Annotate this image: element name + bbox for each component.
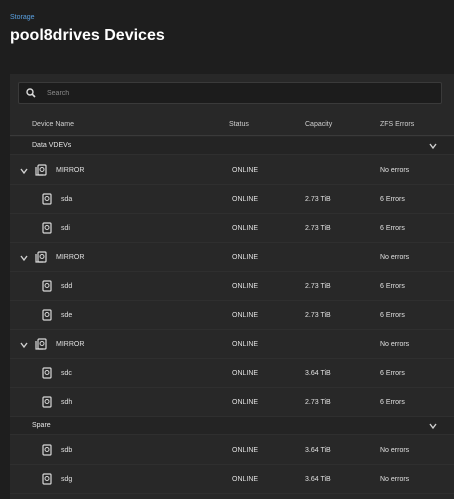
group-label: Data VDEVs	[32, 142, 72, 149]
vdev-status: ONLINE	[232, 167, 259, 174]
device-capacity: 3.64 TiB	[305, 447, 331, 454]
breadcrumb[interactable]: Storage	[10, 14, 35, 21]
chevron-down-icon[interactable]	[428, 141, 438, 151]
device-name: sdb	[61, 447, 73, 454]
page-header: Storage pool8drives Devices	[0, 0, 454, 48]
disk-icon	[42, 444, 52, 456]
disk-icon	[42, 309, 52, 321]
device-zfs-errors: 6 Errors	[380, 370, 405, 377]
vdev-status: ONLINE	[232, 254, 259, 261]
device-name: sdh	[61, 399, 73, 406]
vdev-name: MIRROR	[56, 254, 85, 261]
device-capacity: 2.73 TiB	[305, 196, 331, 203]
device-name: sda	[61, 196, 73, 203]
vdev-zfs-errors: No errors	[380, 341, 410, 348]
search-input[interactable]	[47, 86, 427, 100]
vdev-name: MIRROR	[56, 341, 85, 348]
disk-icon	[42, 193, 52, 205]
header-device-name[interactable]: Device Name	[32, 121, 74, 128]
chevron-down-icon[interactable]	[428, 421, 438, 431]
disk-icon	[42, 473, 52, 485]
disk-icon	[42, 367, 52, 379]
device-zfs-errors: 6 Errors	[380, 399, 405, 406]
device-status: ONLINE	[232, 283, 259, 290]
device-row[interactable]: sde ONLINE 2.73 TiB 6 Errors	[10, 301, 454, 330]
disk-icon	[42, 280, 52, 292]
device-row[interactable]: sdb ONLINE 3.64 TiB No errors	[10, 436, 454, 465]
device-row[interactable]: sda ONLINE 2.73 TiB 6 Errors	[10, 185, 454, 214]
device-zfs-errors: 6 Errors	[380, 225, 405, 232]
devices-panel: Device Name Status Capacity ZFS Errors D…	[10, 74, 454, 499]
device-capacity: 3.64 TiB	[305, 370, 331, 377]
mirror-disk-icon	[35, 251, 47, 263]
device-capacity: 2.73 TiB	[305, 399, 331, 406]
header-capacity[interactable]: Capacity	[305, 121, 332, 128]
group-row[interactable]: Data VDEVs	[10, 137, 454, 155]
device-status: ONLINE	[232, 476, 259, 483]
device-capacity: 3.64 TiB	[305, 476, 331, 483]
device-row[interactable]: sdg ONLINE 3.64 TiB No errors	[10, 465, 454, 494]
device-name: sdi	[61, 225, 70, 232]
device-row[interactable]: sdd ONLINE 2.73 TiB 6 Errors	[10, 272, 454, 301]
device-status: ONLINE	[232, 225, 259, 232]
device-capacity: 2.73 TiB	[305, 283, 331, 290]
device-zfs-errors: 6 Errors	[380, 196, 405, 203]
vdev-row[interactable]: MIRROR ONLINE No errors	[10, 243, 454, 272]
device-capacity: 2.73 TiB	[305, 312, 331, 319]
chevron-down-icon[interactable]	[19, 253, 29, 263]
device-status: ONLINE	[232, 447, 259, 454]
device-status: ONLINE	[232, 196, 259, 203]
device-row[interactable]: sdh ONLINE 2.73 TiB 6 Errors	[10, 388, 454, 417]
chevron-down-icon[interactable]	[19, 340, 29, 350]
chevron-down-icon[interactable]	[19, 166, 29, 176]
mirror-disk-icon	[35, 164, 47, 176]
device-zfs-errors: No errors	[380, 476, 410, 483]
device-zfs-errors: 6 Errors	[380, 312, 405, 319]
vdev-row[interactable]: MIRROR ONLINE No errors	[10, 330, 454, 359]
table-header: Device Name Status Capacity ZFS Errors	[10, 114, 454, 136]
disk-icon	[42, 396, 52, 408]
device-zfs-errors: No errors	[380, 447, 410, 454]
device-status: ONLINE	[232, 370, 259, 377]
vdev-zfs-errors: No errors	[380, 167, 410, 174]
header-zfs-errors[interactable]: ZFS Errors	[380, 121, 414, 128]
page-title: pool8drives Devices	[10, 27, 165, 44]
group-row[interactable]: Spare	[10, 417, 454, 435]
header-status[interactable]: Status	[229, 121, 249, 128]
search-box[interactable]	[18, 82, 442, 104]
vdev-status: ONLINE	[232, 341, 259, 348]
device-name: sdc	[61, 370, 72, 377]
device-row[interactable]: sdc ONLINE 3.64 TiB 6 Errors	[10, 359, 454, 388]
vdev-row[interactable]: MIRROR ONLINE No errors	[10, 156, 454, 185]
device-zfs-errors: 6 Errors	[380, 283, 405, 290]
search-icon	[26, 88, 36, 98]
mirror-disk-icon	[35, 338, 47, 350]
group-label: Spare	[32, 422, 51, 429]
device-name: sdg	[61, 476, 73, 483]
device-status: ONLINE	[232, 399, 259, 406]
device-name: sdd	[61, 283, 73, 290]
device-row[interactable]: sdi ONLINE 2.73 TiB 6 Errors	[10, 214, 454, 243]
device-capacity: 2.73 TiB	[305, 225, 331, 232]
device-name: sde	[61, 312, 73, 319]
device-status: ONLINE	[232, 312, 259, 319]
disk-icon	[42, 222, 52, 234]
vdev-name: MIRROR	[56, 167, 85, 174]
vdev-zfs-errors: No errors	[380, 254, 410, 261]
